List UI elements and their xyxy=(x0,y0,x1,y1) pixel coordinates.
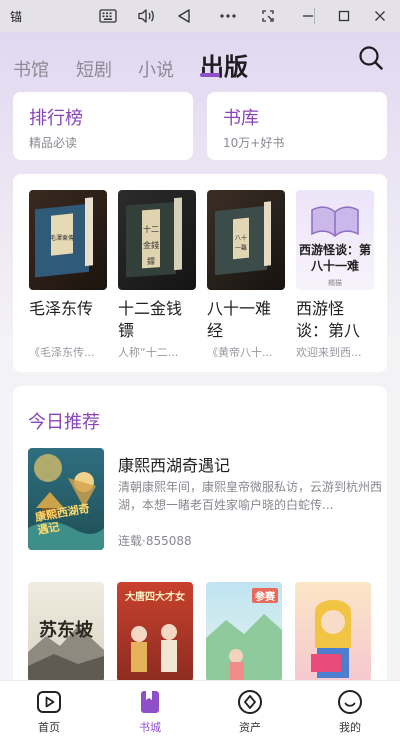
search-icon[interactable] xyxy=(357,44,385,72)
close-icon[interactable] xyxy=(366,4,394,28)
top-tabs: 书馆 短剧 小说 出版 xyxy=(0,44,400,84)
recommend-cover[interactable]: 大唐四大才女 xyxy=(117,582,193,682)
recommend-cover[interactable]: 苏东坡 xyxy=(28,582,104,682)
bookmark-icon xyxy=(137,689,163,715)
book-title: 毛泽东传 xyxy=(29,299,94,318)
tab-duanju[interactable]: 短剧 xyxy=(76,56,112,82)
tab-xiaoshuo[interactable]: 小说 xyxy=(138,56,174,82)
recommend-cover[interactable] xyxy=(295,582,371,682)
book-desc: 欢迎来到西... xyxy=(296,346,362,359)
book-item[interactable]: 西游怪谈：第八十一难 橘猫 西游怪谈：第八十... 欢迎来到西... xyxy=(296,190,374,360)
screenshot-icon[interactable] xyxy=(254,4,282,28)
featured-title[interactable]: 康熙西湖奇遇记 xyxy=(118,452,230,476)
svg-text:八十: 八十 xyxy=(235,234,247,242)
recommend-cover-text: 大唐四大才女 xyxy=(125,592,185,603)
book-item[interactable]: 八十 一難 八十一难经 《黄帝八十... xyxy=(207,190,285,360)
nav-bookstore[interactable]: 书城 xyxy=(115,689,185,735)
book-item[interactable]: 十二 金錢 鏢 十二金钱镖 人称“十二... xyxy=(118,190,196,360)
book-cover: 十二 金錢 鏢 xyxy=(118,190,196,290)
active-tab-indicator xyxy=(200,73,220,77)
book-desc: 《黄帝八十... xyxy=(207,346,273,359)
book-desc: 《毛泽东传... xyxy=(29,346,95,359)
nav-assets[interactable]: 资产 xyxy=(215,689,285,735)
diamond-icon xyxy=(237,689,263,715)
featured-desc: 清朝康熙年间，康熙皇帝微服私访，云游到杭州西湖，本想一睹老百姓家喻户晓的白蛇传.… xyxy=(118,480,383,512)
book-desc: 人称“十二... xyxy=(118,346,179,359)
book-cover: 毛澤東傳 xyxy=(29,190,107,290)
book-shelf-panel: 毛澤東傳 毛泽东传 《毛泽东传... 十二 金錢 鏢 十二金钱镖 人称“十二..… xyxy=(13,174,387,372)
book-title: 西游怪谈：第八十... xyxy=(296,299,361,340)
featured-cover[interactable]: 康熙西湖奇遇记 xyxy=(28,448,104,550)
library-subtitle: 10万+好书 xyxy=(223,136,285,150)
nav-label: 首页 xyxy=(38,721,60,734)
window-titlebar: 锚 xyxy=(0,0,400,32)
recommend-cover-text: 苏东坡 xyxy=(39,620,93,641)
ranking-title: 排行榜 xyxy=(29,108,83,129)
more-icon[interactable] xyxy=(214,4,242,28)
featured-meta: 连载·855088 xyxy=(118,534,192,548)
ranking-card[interactable]: 排行榜 精品必读 xyxy=(13,92,193,160)
bottom-nav: 首页 书城 资产 我的 xyxy=(0,680,400,744)
ranking-subtitle: 精品必读 xyxy=(29,136,78,150)
nav-home[interactable]: 首页 xyxy=(14,689,84,735)
svg-text:一難: 一難 xyxy=(235,244,247,252)
volume-icon[interactable] xyxy=(132,4,160,28)
book-title: 八十一难经 xyxy=(207,299,272,340)
library-title: 书库 xyxy=(223,108,259,129)
recommend-panel: 今日推荐 康熙西湖奇遇记 康熙西湖奇遇记 清朝康熙年间，康熙皇帝微服私访，云游到… xyxy=(13,386,387,686)
back-triangle-icon[interactable] xyxy=(170,4,198,28)
keyboard-icon[interactable] xyxy=(94,4,122,28)
nav-profile[interactable]: 我的 xyxy=(315,689,385,735)
nav-label: 我的 xyxy=(339,721,361,734)
nav-label: 资产 xyxy=(239,721,261,734)
minimize-icon[interactable] xyxy=(294,4,322,28)
recommend-cover[interactable]: 参赛 xyxy=(206,582,282,682)
tab-shuguan[interactable]: 书馆 xyxy=(13,56,49,82)
book-cover: 西游怪谈：第八十一难 橘猫 xyxy=(296,190,374,290)
smile-icon xyxy=(337,689,363,715)
svg-text:毛澤東傳: 毛澤東傳 xyxy=(50,234,74,242)
svg-text:金錢: 金錢 xyxy=(143,240,159,250)
nav-label: 书城 xyxy=(139,721,161,734)
contest-badge: 参赛 xyxy=(252,588,278,603)
book-cover: 八十 一難 xyxy=(207,190,285,290)
window-title: 锚 xyxy=(10,10,23,24)
book-item[interactable]: 毛澤東傳 毛泽东传 《毛泽东传... xyxy=(29,190,107,360)
cover-author-text: 橘猫 xyxy=(328,279,342,287)
svg-text:鏢: 鏢 xyxy=(147,256,155,266)
svg-text:十二: 十二 xyxy=(143,224,159,234)
book-title: 十二金钱镖 xyxy=(118,299,183,340)
section-title: 今日推荐 xyxy=(28,412,100,433)
cover-title-text: 西游怪谈：第八十一难 xyxy=(298,243,371,273)
maximize-icon[interactable] xyxy=(330,4,358,28)
play-icon xyxy=(36,689,62,715)
library-card[interactable]: 书库 10万+好书 xyxy=(207,92,387,160)
